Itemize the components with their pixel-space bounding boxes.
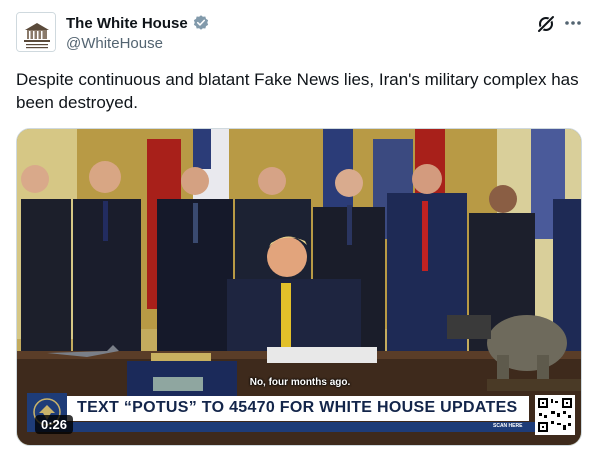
- qr-code-icon: [538, 398, 572, 432]
- display-name[interactable]: The White House: [66, 15, 188, 32]
- grok-icon[interactable]: [536, 14, 556, 34]
- scan-here-label: SCAN HERE: [493, 423, 523, 429]
- display-name-row: The White House: [66, 12, 210, 34]
- more-options-icon[interactable]: [562, 12, 584, 34]
- banner-text: TEXT “POTUS” TO 45470 FOR WHITE HOUSE UP…: [77, 399, 518, 416]
- tweet[interactable]: The White House @WhiteHouse Despite cont…: [0, 0, 600, 454]
- white-house-logo-icon: [17, 13, 55, 51]
- avatar[interactable]: [16, 12, 56, 52]
- video-duration: 0:26: [35, 415, 73, 434]
- verified-badge-icon[interactable]: [192, 14, 210, 32]
- account-handle[interactable]: @WhiteHouse: [66, 34, 210, 54]
- promo-banner: TEXT “POTUS” TO 45470 FOR WHITE HOUSE UP…: [27, 393, 575, 437]
- qr-code: [535, 395, 575, 435]
- account-names: The White House @WhiteHouse: [66, 12, 210, 54]
- video-subtitle: No, four months ago.: [249, 377, 351, 388]
- post-text: Despite continuous and blatant Fake News…: [16, 70, 579, 112]
- video-player[interactable]: No, four months ago. TEXT “POTUS” TO 454…: [16, 128, 582, 446]
